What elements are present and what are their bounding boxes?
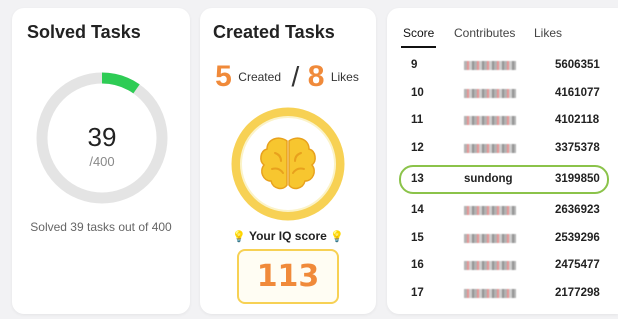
row-rank: 16 [411, 259, 424, 271]
lightbulb-icon: 💡 [232, 231, 246, 243]
row-rank: 11 [411, 114, 424, 126]
created-label: Created [238, 70, 281, 84]
row-score: 2539296 [555, 231, 600, 244]
row-rank: 10 [411, 86, 424, 99]
leaderboard-card: Score Contributes Likes 9 5606351 10 416… [387, 8, 618, 314]
row-rank: 9 [411, 59, 418, 71]
likes-count: 8 [307, 60, 325, 93]
row-score: 3199850 [555, 173, 600, 185]
leaderboard-list: 9 5606351 10 4161077 11 4102118 12 33753… [387, 52, 618, 307]
row-score: 4161077 [555, 86, 600, 99]
iq-label: Your IQ score [248, 229, 327, 243]
iq-ring-stroke [231, 107, 345, 221]
row-username-redacted [464, 87, 516, 101]
row-username-redacted [464, 142, 516, 156]
solved-total: /400 [89, 154, 115, 169]
row-rank: 17 [411, 286, 424, 299]
leaderboard-row[interactable]: 9 5606351 [387, 52, 618, 80]
row-username-redacted [464, 59, 516, 73]
row-rank: 12 [411, 141, 424, 154]
row-score: 5606351 [555, 59, 600, 71]
iq-label-row: 💡 Your IQ score 💡 [200, 229, 376, 243]
row-score: 4102118 [555, 114, 600, 126]
stats-separator: / [291, 61, 300, 92]
solved-tasks-title: Solved Tasks [27, 22, 141, 42]
created-count: 5 [215, 60, 232, 93]
row-username-redacted [464, 114, 516, 128]
created-tasks-card: Created Tasks 5 Created / 8 Likes 💡 Your… [200, 8, 376, 314]
created-stats: 5 Created / 8 Likes [200, 60, 376, 94]
tab-score[interactable]: Score [401, 26, 437, 48]
row-rank: 14 [411, 204, 424, 216]
solved-tasks-card: Solved Tasks 39 /400 Solved 39 tasks out… [12, 8, 190, 314]
row-rank: 13 [411, 173, 424, 185]
row-score: 3375378 [555, 141, 600, 154]
leaderboard-row[interactable]: 14 2636923 [387, 197, 618, 225]
lightbulb-icon: 💡 [330, 231, 344, 243]
leaderboard-tabs: Score Contributes Likes [387, 8, 618, 52]
tab-likes[interactable]: Likes [534, 26, 562, 46]
solved-count: 39 [87, 122, 117, 152]
leaderboard-row-current-user[interactable]: 13 sundong 3199850 [387, 165, 618, 194]
row-username: sundong [464, 173, 513, 185]
row-score: 2475477 [555, 259, 600, 271]
solved-caption: Solved 39 tasks out of 400 [30, 220, 172, 234]
row-username-redacted [464, 204, 516, 218]
leaderboard-row[interactable]: 15 2539296 [387, 225, 618, 253]
leaderboard-row[interactable]: 17 2177298 [387, 280, 618, 308]
leaderboard-row[interactable]: 12 3375378 [387, 135, 618, 163]
leaderboard-row[interactable]: 10 4161077 [387, 80, 618, 108]
leaderboard-row[interactable]: 16 2475477 [387, 252, 618, 280]
iq-score-box: 113 [237, 249, 339, 304]
row-score: 2636923 [555, 204, 600, 216]
row-username-redacted [464, 232, 516, 246]
iq-ring [231, 107, 345, 221]
row-username-redacted [464, 259, 516, 273]
created-tasks-title: Created Tasks [213, 22, 335, 42]
row-username-redacted [464, 287, 516, 301]
iq-score-value: 113 [256, 259, 320, 294]
row-score: 2177298 [555, 286, 600, 299]
likes-label: Likes [330, 70, 359, 84]
brain-icon [260, 137, 316, 190]
leaderboard-row[interactable]: 11 4102118 [387, 107, 618, 135]
tab-contributes[interactable]: Contributes [454, 26, 515, 46]
row-rank: 15 [411, 231, 424, 244]
